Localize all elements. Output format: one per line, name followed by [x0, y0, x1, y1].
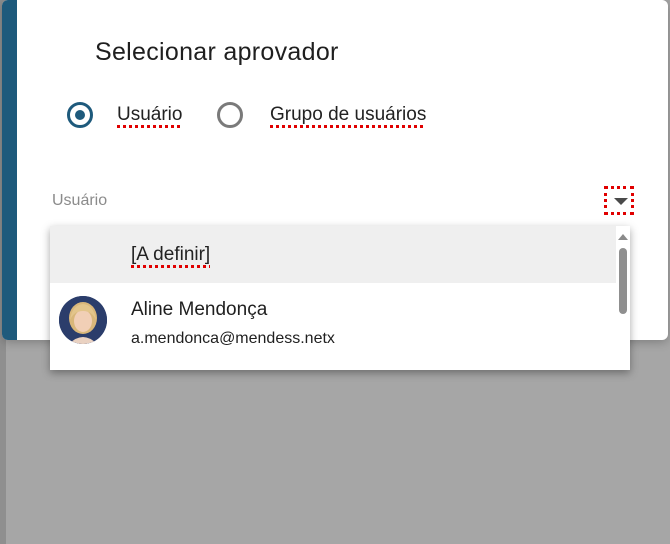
avatar	[59, 296, 107, 344]
dialog-accent-bar	[2, 0, 17, 340]
user-dropdown-toggle[interactable]	[604, 186, 634, 215]
radio-unchecked-icon[interactable]	[217, 102, 243, 128]
avatar-photo-icon	[59, 296, 107, 344]
user-field-label: Usuário	[52, 192, 108, 209]
caret-down-icon[interactable]	[614, 198, 628, 205]
option-undefined-label[interactable]: [A definir]	[131, 244, 210, 266]
radio-option-user[interactable]: Usuário	[67, 100, 197, 134]
dropdown-scrollbar[interactable]	[616, 226, 630, 370]
radio-checked-icon[interactable]	[67, 102, 93, 128]
user-email: a.mendonca@mendess.netx	[131, 330, 335, 347]
dialog-title: Selecionar aprovador	[95, 38, 339, 66]
user-dropdown-list: [A definir] Aline Mendonça a.mendonca@me…	[50, 226, 630, 370]
option-undefined[interactable]: [A definir]	[50, 226, 616, 283]
scroll-thumb[interactable]	[619, 248, 627, 314]
radio-dot-icon	[75, 110, 85, 120]
option-user-aline[interactable]: Aline Mendonça a.mendonca@mendess.netx	[50, 283, 616, 370]
radio-label-user-group[interactable]: Grupo de usuários	[270, 104, 426, 126]
user-name: Aline Mendonça	[131, 299, 268, 320]
radio-option-user-group[interactable]: Grupo de usuários	[217, 100, 447, 134]
radio-label-user[interactable]: Usuário	[117, 104, 182, 126]
scroll-up-icon[interactable]	[618, 234, 628, 240]
